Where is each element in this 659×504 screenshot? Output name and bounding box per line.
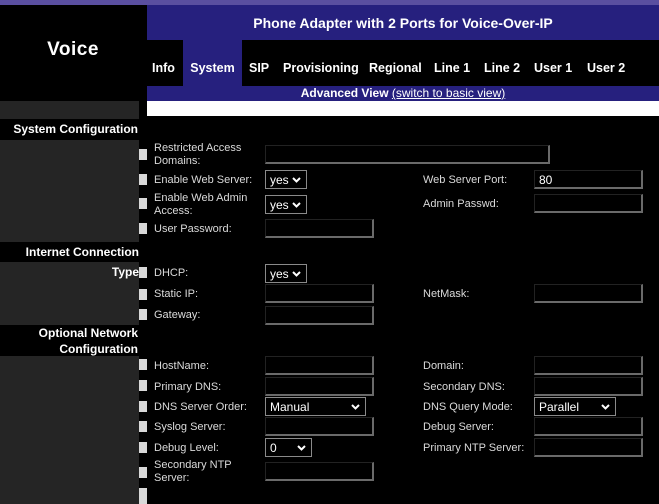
row-marker: [139, 174, 147, 185]
section-title-line-2: Configuration: [59, 342, 138, 356]
primary-dns-field[interactable]: [265, 377, 374, 396]
static-ip-label: Static IP:: [154, 288, 199, 300]
tab-line-2[interactable]: Line 2: [484, 40, 520, 86]
tab-sip[interactable]: SIP: [249, 40, 271, 86]
row-marker: [139, 401, 147, 412]
admin-passwd-label: Admin Passwd:: [423, 198, 499, 210]
debug-level-label: Debug Level:: [154, 442, 219, 454]
debug-server-label: Debug Server:: [423, 421, 494, 433]
voice-title: Voice: [47, 39, 99, 60]
enable-web-admin-select[interactable]: yes: [265, 195, 307, 214]
section-title-line-1: Optional Network: [38, 326, 138, 340]
tab-bar: Info System SIP Provisioning Regional Li…: [147, 40, 659, 86]
primary-ntp-server-field[interactable]: [534, 438, 643, 457]
admin-passwd-field[interactable]: [534, 194, 643, 213]
row-marker: [139, 488, 147, 504]
debug-level-select[interactable]: 0: [265, 438, 312, 457]
tab-regional[interactable]: Regional: [369, 40, 422, 86]
domain-field[interactable]: [534, 356, 643, 375]
web-server-port-field[interactable]: 80: [534, 170, 643, 189]
tab-user-1[interactable]: User 1: [534, 40, 574, 86]
dns-server-order-select[interactable]: Manual: [265, 397, 366, 416]
chevron-down-icon: [292, 177, 301, 183]
advanced-view-label: Advanced View: [300, 86, 389, 100]
user-password-label: User Password:: [154, 223, 232, 235]
static-ip-field[interactable]: [265, 284, 374, 303]
row-marker: [139, 198, 147, 209]
row-marker: [139, 467, 147, 478]
tab-system[interactable]: System: [183, 40, 242, 86]
hostname-field[interactable]: [265, 356, 374, 375]
tab-line-1[interactable]: Line 1: [434, 40, 470, 86]
section-optional-network: Optional Network Configuration: [0, 325, 147, 356]
dhcp-select[interactable]: yes: [265, 264, 307, 283]
row-marker: [139, 223, 147, 234]
hostname-label: HostName:: [154, 360, 210, 372]
row-marker: [139, 380, 147, 391]
secondary-dns-field[interactable]: [534, 377, 643, 396]
dns-query-mode-label: DNS Query Mode:: [423, 401, 513, 413]
row-marker: [139, 421, 147, 432]
web-server-port-label: Web Server Port:: [423, 174, 508, 186]
product-title: Phone Adapter with 2 Ports for Voice-Ove…: [253, 15, 553, 31]
dhcp-label: DHCP:: [154, 267, 189, 279]
netmask-label: NetMask:: [423, 288, 470, 300]
chevron-down-icon: [292, 271, 301, 277]
enable-web-server-label: Enable Web Server:: [154, 174, 253, 186]
section-system-configuration: System Configuration: [0, 119, 147, 140]
row-marker: [139, 267, 147, 278]
secondary-ntp-server-field[interactable]: [265, 462, 374, 481]
row-marker: [139, 289, 147, 300]
enable-web-admin-label: Enable Web Admin Access:: [154, 192, 248, 217]
netmask-field[interactable]: [534, 284, 643, 303]
chevron-down-icon: [351, 404, 360, 410]
dns-server-order-label: DNS Server Order:: [154, 401, 247, 413]
chevron-down-icon: [297, 445, 306, 451]
secondary-dns-label: Secondary DNS:: [423, 381, 505, 393]
debug-server-field[interactable]: [534, 417, 643, 436]
section-internet-connection-type: Internet Connection Type: [0, 242, 147, 279]
enable-web-server-select[interactable]: yes: [265, 170, 307, 189]
content-top-strip: [147, 101, 659, 116]
domain-label: Domain:: [423, 360, 464, 372]
primary-dns-label: Primary DNS:: [154, 381, 222, 393]
syslog-server-label: Syslog Server:: [154, 421, 226, 433]
section-title: Internet Connection Type: [25, 245, 139, 279]
left-sidebar: [0, 101, 139, 504]
view-mode-bar: Advanced View (switch to basic view): [147, 86, 659, 101]
tab-user-2[interactable]: User 2: [587, 40, 627, 86]
gateway-field[interactable]: [265, 306, 374, 325]
primary-ntp-server-label: Primary NTP Server:: [423, 442, 525, 454]
row-marker: [139, 149, 147, 160]
gateway-label: Gateway:: [154, 309, 201, 321]
row-marker: [139, 359, 147, 370]
user-password-field[interactable]: [265, 219, 374, 238]
secondary-ntp-server-label: Secondary NTP Server:: [154, 459, 232, 484]
chevron-down-icon: [601, 404, 610, 410]
section-title: System Configuration: [13, 122, 138, 136]
tab-info[interactable]: Info: [152, 40, 178, 86]
restricted-access-domains-label: Restricted Access Domains:: [154, 142, 242, 167]
chevron-down-icon: [292, 202, 301, 208]
voice-header: Voice: [0, 5, 146, 101]
restricted-access-domains-field[interactable]: [265, 145, 550, 164]
row-marker: [139, 309, 147, 320]
tab-provisioning[interactable]: Provisioning: [283, 40, 359, 86]
syslog-server-field[interactable]: [265, 417, 374, 436]
row-marker: [139, 442, 147, 453]
product-banner: Phone Adapter with 2 Ports for Voice-Ove…: [147, 5, 659, 40]
switch-basic-view-link[interactable]: (switch to basic view): [392, 86, 505, 100]
dns-query-mode-select[interactable]: Parallel: [534, 397, 616, 416]
